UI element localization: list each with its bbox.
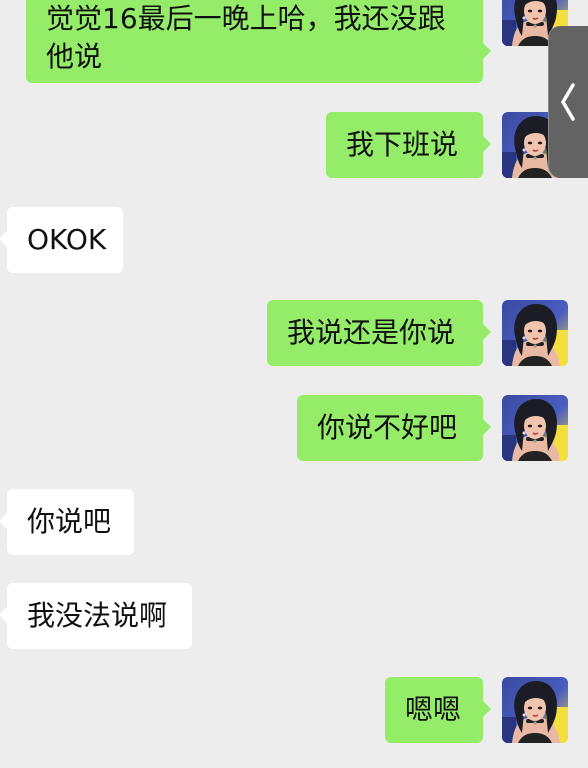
message-text: 嗯嗯 <box>405 693 462 726</box>
chat-area[interactable]: 觉觉16最后一晚上哈，我还没跟 他说 我下班说 OKOK 我说还是你说 你说不好… <box>0 0 588 768</box>
avatar[interactable] <box>502 677 568 743</box>
avatar[interactable] <box>502 300 568 366</box>
message-outgoing[interactable]: 觉觉16最后一晚上哈，我还没跟 他说 <box>26 0 491 83</box>
message-incoming[interactable]: 你说吧 <box>0 489 134 555</box>
message-outgoing[interactable]: 我下班说 <box>326 112 491 178</box>
message-incoming[interactable]: 我没法说啊 <box>0 583 192 649</box>
message-outgoing[interactable]: 我说还是你说 <box>267 300 491 366</box>
chevron-left-icon <box>561 83 575 121</box>
message-text: 我没法说啊 <box>27 599 168 632</box>
message-incoming[interactable]: OKOK <box>0 207 123 273</box>
avatar-illustrated-woman-icon <box>502 677 568 743</box>
avatar-illustrated-woman-icon <box>502 300 568 366</box>
message-text: OKOK <box>27 223 107 256</box>
message-text: 你说吧 <box>27 505 112 538</box>
message-text: 我说还是你说 <box>287 316 456 349</box>
message-text: 你说不好吧 <box>317 411 458 444</box>
message-text: 觉觉16最后一晚上哈，我还没跟 他说 <box>46 2 446 73</box>
message-outgoing[interactable]: 你说不好吧 <box>297 395 491 461</box>
side-handle[interactable] <box>548 26 588 178</box>
message-text: 我下班说 <box>346 128 459 161</box>
message-outgoing[interactable]: 嗯嗯 <box>385 677 491 743</box>
avatar-illustrated-woman-icon <box>502 395 568 461</box>
avatar[interactable] <box>502 395 568 461</box>
